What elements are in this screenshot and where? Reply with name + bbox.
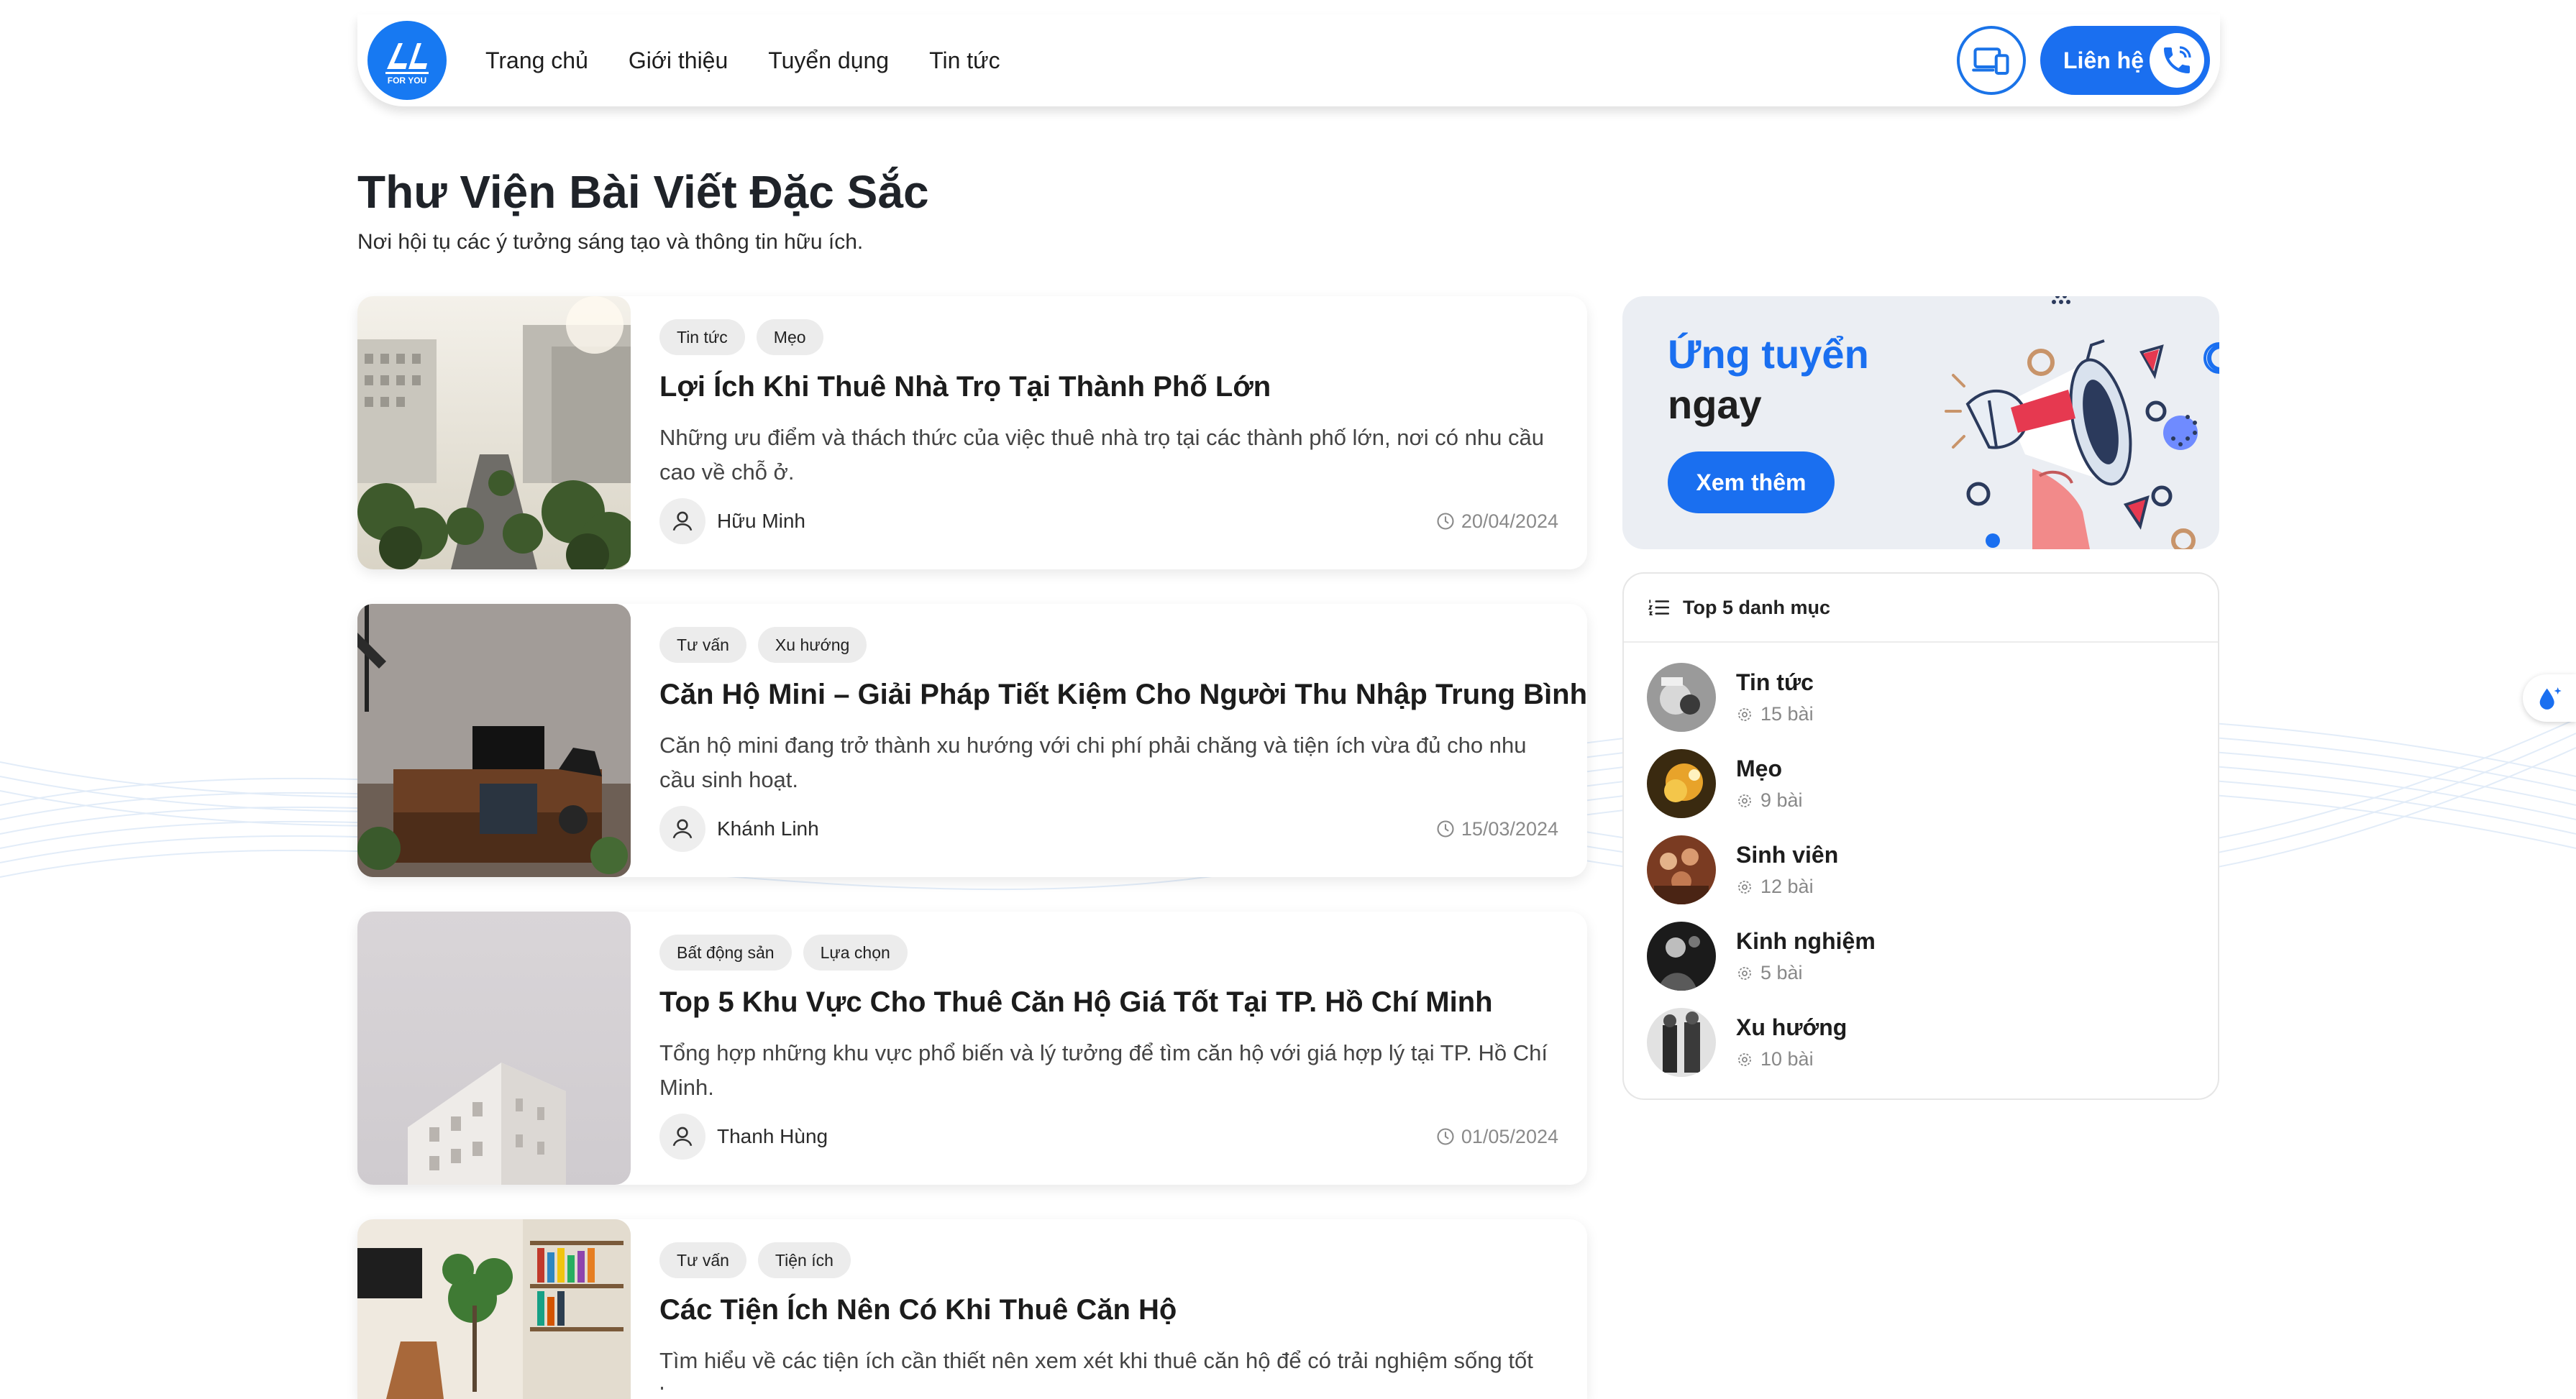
article-date: 15/03/2024 [1435,818,1558,840]
article-tag[interactable]: Tư vấn [659,627,746,663]
author-avatar [659,1114,705,1160]
page-subtitle: Nơi hội tụ các ý tưởng sáng tạo và thông… [357,230,864,254]
user-icon [672,1127,693,1147]
article-date: 01/05/2024 [1435,1126,1558,1148]
nav-link-about[interactable]: Giới thiệu [629,47,728,74]
promo-title-line1: Ứng tuyển [1668,331,1869,377]
author-avatar [659,498,705,544]
category-name: Tin tức [1736,669,1814,695]
category-name: Kinh nghiệm [1736,928,1876,954]
article-tag[interactable]: Tư vấn [659,1242,746,1278]
article-description: Những ưu điểm và thách thức của việc thu… [659,425,1544,485]
article-tag[interactable]: Bất động sản [659,935,792,971]
article-tag[interactable]: Tiện ích [757,1242,851,1278]
author-name: Thanh Hùng [717,1125,828,1147]
category-image [1647,1008,1716,1077]
article-title[interactable]: Top 5 Khu Vực Cho Thuê Căn Hộ Giá Tốt Tạ… [659,986,1558,1019]
devices-button[interactable] [1957,26,2026,95]
category-name: Sinh viên [1736,842,1839,868]
apply-now-banner: Ứng tuyển ngay Xem thêm [1622,296,2219,549]
promo-title-line2: ngay [1668,382,1762,427]
contact-label: Liên hệ [2063,47,2145,73]
article-tag[interactable]: Tin tức [659,319,745,355]
nav-links: Trang chủ Giới thiệu Tuyển dụng Tin tức [485,47,1000,74]
nav-link-home[interactable]: Trang chủ [485,47,588,74]
categories-header: Top 5 danh mục [1683,596,1831,618]
author-avatar [659,806,705,852]
nav-link-news[interactable]: Tin tức [929,47,1000,74]
author-name: Khánh Linh [717,817,819,840]
contact-button[interactable]: Liên hệ [2040,26,2210,95]
article-thumbnail[interactable] [357,912,631,1185]
article-description: Tìm hiểu về các tiện ích cần thiết nên x… [659,1348,1533,1390]
promo-title: Ứng tuyển ngay [1668,329,1869,430]
logo-text: FOR YOU [388,75,426,86]
author-name: Hữu Minh [717,510,806,532]
article-tag[interactable]: Xu hướng [757,627,867,663]
article-card[interactable]: Bất động sản Lựa chọn Top 5 Khu Vực Cho … [357,912,1587,1185]
top-navbar: FOR YOU Trang chủ Giới thiệu Tuyển dụng … [357,14,2220,106]
date-text: 20/04/2024 [1461,510,1558,532]
article-card[interactable]: Tin tức Mẹo Lợi Ích Khi Thuê Nhà Trọ Tại… [357,296,1587,569]
article-thumbnail[interactable] [357,296,631,569]
see-more-button[interactable]: Xem thêm [1668,451,1835,513]
list-icon [1648,600,1670,615]
category-count: 9 bài [1760,789,1803,811]
category-image [1647,663,1716,732]
gear-icon [1738,1052,1751,1066]
article-tag[interactable]: Lựa chọn [803,935,908,971]
category-item-experience[interactable]: Kinh nghiệm 5 bài [1647,922,1876,991]
article-card[interactable]: Tư vấn Tiện ích Các Tiện Ích Nên Có Khi … [357,1219,1587,1399]
category-item-trends[interactable]: Xu hướng 10 bài [1647,1008,1847,1077]
gear-icon [1738,880,1751,894]
clock-icon [1437,1128,1454,1145]
user-icon [672,511,693,531]
date-text: 15/03/2024 [1461,817,1558,840]
clock-icon [1437,513,1454,530]
category-count: 12 bài [1760,876,1814,897]
category-name: Mẹo [1736,756,1782,781]
nav-link-careers[interactable]: Tuyển dụng [768,47,889,74]
top-categories-panel: Top 5 danh mục Tin tức 15 bài Mẹo 9 bài … [1622,572,2219,1100]
clock-icon [1437,820,1454,838]
category-item-news[interactable]: Tin tức 15 bài [1647,663,1814,732]
article-title[interactable]: Lợi Ích Khi Thuê Nhà Trọ Tại Thành Phố L… [659,371,1558,403]
phone-icon [2150,33,2204,88]
user-icon [672,819,693,839]
category-count: 5 bài [1760,962,1803,983]
site-logo[interactable]: FOR YOU [367,21,447,100]
article-thumbnail[interactable] [357,604,631,877]
article-date: 20/04/2024 [1435,510,1558,533]
logo-mark-icon: FOR YOU [385,43,429,86]
category-name: Xu hướng [1736,1014,1847,1040]
category-item-students[interactable]: Sinh viên 12 bài [1647,835,1838,904]
category-image [1647,835,1716,904]
gear-icon [1738,794,1751,807]
category-count: 15 bài [1760,703,1814,725]
article-title[interactable]: Các Tiện Ích Nên Có Khi Thuê Căn Hộ [659,1294,1558,1326]
water-drop-icon [2539,687,2562,710]
article-tag[interactable]: Mẹo [756,319,823,355]
article-thumbnail[interactable] [357,1219,631,1399]
date-text: 01/05/2024 [1461,1125,1558,1147]
floating-widget-button[interactable] [2523,674,2576,722]
megaphone-illustration [1945,296,2219,549]
article-title[interactable]: Căn Hộ Mini – Giải Pháp Tiết Kiệm Cho Ng… [659,679,1587,711]
gear-icon [1738,707,1751,721]
article-description: Tổng hợp những khu vực phổ biến và lý tư… [659,1040,1548,1100]
devices-icon [1972,47,2009,75]
gear-icon [1738,966,1751,980]
category-count: 10 bài [1760,1048,1814,1070]
page-title: Thư Viện Bài Viết Đặc Sắc [357,166,929,218]
article-description: Căn hộ mini đang trở thành xu hướng với … [659,733,1527,792]
category-image [1647,922,1716,991]
article-card[interactable]: Tư vấn Xu hướng Căn Hộ Mini – Giải Pháp … [357,604,1587,877]
category-image [1647,749,1716,818]
category-item-tips[interactable]: Mẹo 9 bài [1647,749,1803,818]
